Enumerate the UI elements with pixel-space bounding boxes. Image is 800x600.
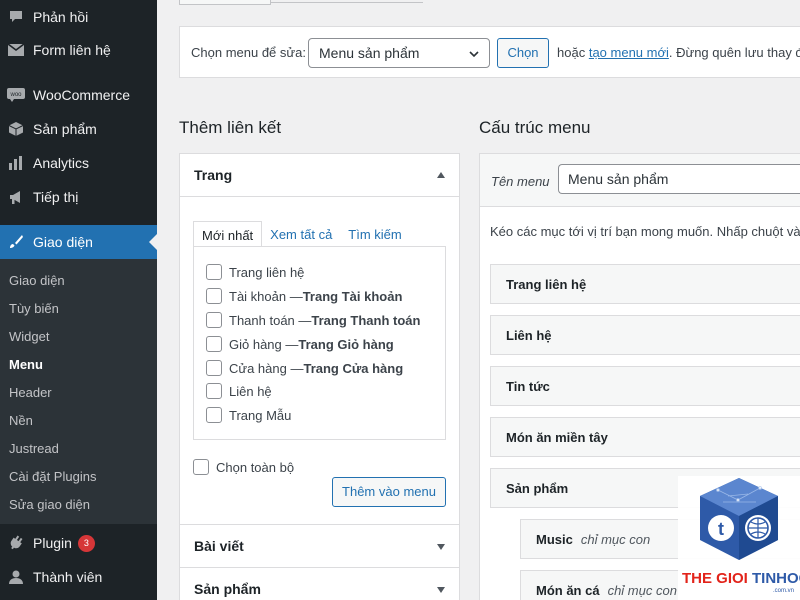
submenu-item-theme-editor[interactable]: Sửa giao diện bbox=[9, 497, 90, 512]
tab-edit-menus[interactable] bbox=[179, 0, 271, 5]
add-to-menu-button[interactable]: Thêm vào menu bbox=[332, 477, 446, 507]
submenu-item-widgets[interactable]: Widget bbox=[9, 329, 49, 344]
plugin-icon bbox=[6, 533, 26, 553]
submenu-item-menus[interactable]: Menu bbox=[9, 357, 43, 372]
posts-panel-header[interactable]: Bài viết bbox=[179, 524, 460, 568]
sidebar-item-label: Tiếp thị bbox=[33, 189, 79, 205]
add-items-heading: Thêm liên kết bbox=[179, 118, 282, 137]
pages-tabs: Mới nhất Xem tất cả Tìm kiếm bbox=[193, 221, 410, 247]
sidebar-item-contact-form[interactable]: Form liên hệ bbox=[0, 33, 157, 67]
submenu-item-plugin-settings[interactable]: Cài đặt Plugins bbox=[9, 469, 96, 484]
page-checkbox-row[interactable]: Giỏ hàng — Trang Giỏ hàng bbox=[206, 336, 394, 352]
select-menu-label: Chọn menu để sửa: bbox=[191, 45, 306, 60]
menu-structure-heading: Cấu trúc menu bbox=[479, 118, 591, 137]
logo-text: THE GIOI TINHOC bbox=[682, 570, 800, 587]
checkbox[interactable] bbox=[206, 312, 222, 328]
sidebar-item-label: Plugin bbox=[33, 535, 72, 551]
page-checkbox-row[interactable]: Trang Mẫu bbox=[206, 407, 291, 423]
checkbox[interactable] bbox=[206, 288, 222, 304]
sidebar-item-analytics[interactable]: Analytics bbox=[0, 146, 157, 180]
menu-item-row[interactable]: Liên hệ bbox=[490, 315, 800, 355]
sidebar-item-label: Thành viên bbox=[33, 569, 103, 585]
page-checkbox-row[interactable]: Trang liên hệ bbox=[206, 264, 304, 280]
sidebar-item-label: Form liên hệ bbox=[33, 42, 111, 58]
update-count-badge: 3 bbox=[77, 534, 95, 552]
user-icon bbox=[6, 567, 26, 587]
logo-domain: .com.vn bbox=[772, 588, 794, 594]
menu-name-input[interactable]: Menu sản phẩm bbox=[558, 164, 800, 194]
admin-sidebar: Phản hồi Form liên hệ woo WooCommerce Sả… bbox=[0, 0, 157, 600]
create-menu-link[interactable]: tạo menu mới bbox=[589, 45, 669, 60]
submenu-item-themes[interactable]: Giao diện bbox=[9, 273, 65, 288]
submenu-item-justread[interactable]: Justread bbox=[9, 441, 59, 456]
menu-select-value: Menu sản phẩm bbox=[319, 45, 420, 61]
sidebar-item-label: WooCommerce bbox=[33, 87, 130, 103]
expand-arrow-icon bbox=[437, 587, 445, 593]
sidebar-item-appearance[interactable]: Giao diện bbox=[0, 225, 157, 259]
create-menu-text: hoặc tạo menu mới. Đừng quên lưu thay đ bbox=[557, 45, 800, 60]
woocommerce-icon: woo bbox=[6, 85, 26, 105]
manage-menus-bar: Chọn menu để sửa: Menu sản phẩm Chọn hoặ… bbox=[179, 26, 800, 78]
page-checkbox-row[interactable]: Cửa hàng — Trang Cửa hàng bbox=[206, 360, 403, 376]
box-icon bbox=[6, 119, 26, 139]
comment-icon bbox=[6, 7, 26, 27]
posts-panel-title: Bài viết bbox=[194, 538, 244, 554]
page-checkbox-row[interactable]: Thanh toán — Trang Thanh toán bbox=[206, 312, 420, 328]
menu-name-bar: Tên menu Menu sản phẩm bbox=[479, 153, 800, 207]
expand-arrow-icon bbox=[437, 544, 445, 550]
sidebar-item-comments[interactable]: Phản hồi bbox=[0, 0, 157, 34]
page-checkbox-row[interactable]: Liên hệ bbox=[206, 383, 272, 399]
tab-search[interactable]: Tìm kiếm bbox=[340, 221, 409, 247]
submenu-item-background[interactable]: Nền bbox=[9, 413, 33, 428]
tab-manage-locations[interactable] bbox=[271, 0, 423, 3]
pages-panel-title: Trang bbox=[194, 167, 233, 183]
collapse-arrow-icon bbox=[437, 172, 445, 178]
paintbrush-icon bbox=[6, 232, 26, 252]
sidebar-item-label: Analytics bbox=[33, 155, 90, 171]
sidebar-item-woocommerce[interactable]: woo WooCommerce bbox=[0, 78, 157, 112]
sidebar-item-marketing[interactable]: Tiếp thị bbox=[0, 180, 157, 214]
sidebar-item-label: Giao diện bbox=[33, 234, 93, 250]
submenu-item-header[interactable]: Header bbox=[9, 385, 52, 400]
megaphone-icon bbox=[6, 187, 26, 207]
mail-icon bbox=[6, 40, 26, 60]
menu-select[interactable]: Menu sản phẩm bbox=[308, 38, 490, 68]
checkbox[interactable] bbox=[206, 360, 222, 376]
drag-instructions: Kéo các mục tới vị trí bạn mong muốn. Nh… bbox=[490, 224, 800, 239]
sidebar-item-plugins[interactable]: Plugin 3 bbox=[0, 526, 157, 560]
sidebar-item-users[interactable]: Thành viên bbox=[0, 560, 157, 594]
page-checkbox-row[interactable]: Tài khoản — Trang Tài khoản bbox=[206, 288, 402, 304]
select-all-checkbox[interactable] bbox=[193, 459, 209, 475]
svg-text:woo: woo bbox=[9, 92, 22, 98]
select-menu-button[interactable]: Chọn bbox=[497, 38, 549, 68]
products-panel-header[interactable]: Sản phẩm bbox=[179, 567, 460, 600]
products-panel-title: Sản phẩm bbox=[194, 581, 261, 597]
checkbox[interactable] bbox=[206, 383, 222, 399]
sidebar-item-label: Phản hồi bbox=[33, 9, 89, 25]
chevron-down-icon bbox=[468, 47, 480, 63]
sidebar-item-products[interactable]: Sản phẩm bbox=[0, 112, 157, 146]
checkbox[interactable] bbox=[206, 264, 222, 280]
sidebar-item-label: Sản phẩm bbox=[33, 121, 97, 137]
menu-item-row[interactable]: Món ăn miền tây bbox=[490, 417, 800, 457]
thegioitinhoc-logo: t THE GIOI TINHOC .com.vn bbox=[678, 476, 800, 600]
menu-item-row[interactable]: Trang liên hệ bbox=[490, 264, 800, 304]
svg-text:t: t bbox=[718, 519, 724, 539]
checkbox[interactable] bbox=[206, 407, 222, 423]
select-all-row[interactable]: Chọn toàn bộ bbox=[193, 459, 294, 475]
menu-name-label: Tên menu bbox=[491, 174, 550, 189]
tab-most-recent[interactable]: Mới nhất bbox=[193, 221, 263, 247]
tab-view-all[interactable]: Xem tất cả bbox=[262, 221, 340, 247]
menu-item-row[interactable]: Tin tức bbox=[490, 366, 800, 406]
bar-chart-icon bbox=[6, 153, 26, 173]
pages-panel-header[interactable]: Trang bbox=[179, 153, 460, 197]
checkbox[interactable] bbox=[206, 336, 222, 352]
appearance-submenu: Giao diện Tùy biến Widget Menu Header Nề… bbox=[0, 259, 157, 524]
submenu-item-customize[interactable]: Tùy biến bbox=[9, 301, 59, 316]
